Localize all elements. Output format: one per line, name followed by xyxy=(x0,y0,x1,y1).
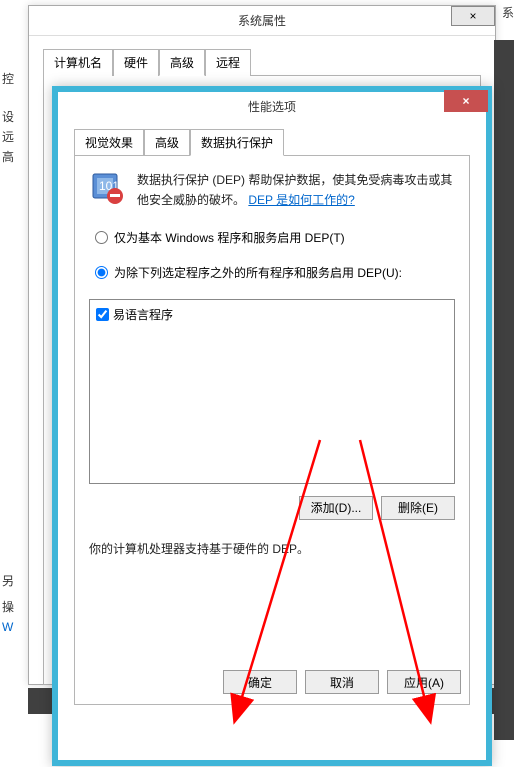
tab-advanced[interactable]: 高级 xyxy=(144,129,190,156)
bg-text: 另 xyxy=(2,572,14,589)
checkbox[interactable] xyxy=(96,308,109,321)
titlebar: 性能选项 × xyxy=(58,92,486,120)
tab-bar: 视觉效果 高级 数据执行保护 xyxy=(74,128,470,155)
bg-text: 操 xyxy=(2,598,14,615)
radio-input[interactable] xyxy=(95,231,108,244)
tab-remote[interactable]: 远程 xyxy=(205,49,251,76)
tab-visual-effects[interactable]: 视觉效果 xyxy=(74,129,144,156)
bg-strip xyxy=(494,40,514,740)
tab-bar: 计算机名 硬件 高级 远程 xyxy=(43,48,495,75)
apply-button[interactable]: 应用(A) xyxy=(387,670,461,694)
tab-advanced[interactable]: 高级 xyxy=(159,49,205,76)
radio-all-except[interactable]: 为除下列选定程序之外的所有程序和服务启用 DEP(U): xyxy=(95,264,455,281)
shield-chip-icon: 1010 xyxy=(89,170,125,206)
dep-description: 数据执行保护 (DEP) 帮助保护数据，使其免受病毒攻击或其他安全威胁的破坏。 … xyxy=(137,170,455,211)
remove-button[interactable]: 删除(E) xyxy=(381,496,455,520)
radio-label: 为除下列选定程序之外的所有程序和服务启用 DEP(U): xyxy=(114,264,402,281)
list-button-row: 添加(D)... 删除(E) xyxy=(89,496,455,520)
bg-text: 远 xyxy=(2,128,14,145)
tab-hardware[interactable]: 硬件 xyxy=(113,49,159,76)
close-icon: × xyxy=(469,9,476,23)
list-item[interactable]: 易语言程序 xyxy=(96,306,448,323)
dialog-button-row: 确定 取消 应用(A) xyxy=(75,670,469,694)
cancel-button[interactable]: 取消 xyxy=(305,670,379,694)
dep-help-link[interactable]: DEP 是如何工作的? xyxy=(248,193,354,207)
tab-content: 1010 数据执行保护 (DEP) 帮助保护数据，使其免受病毒攻击或其他安全威胁… xyxy=(74,155,470,705)
bg-text: 高 xyxy=(2,148,14,165)
close-button[interactable]: × xyxy=(444,90,488,112)
hardware-dep-note: 你的计算机处理器支持基于硬件的 DEP。 xyxy=(89,540,455,557)
radio-essential-only[interactable]: 仅为基本 Windows 程序和服务启用 DEP(T) xyxy=(95,229,455,246)
tab-dep[interactable]: 数据执行保护 xyxy=(190,129,284,156)
exception-listbox[interactable]: 易语言程序 xyxy=(89,299,455,484)
close-icon: × xyxy=(462,94,469,108)
bg-text: 设 xyxy=(2,108,14,125)
radio-input[interactable] xyxy=(95,266,108,279)
add-button[interactable]: 添加(D)... xyxy=(299,496,373,520)
performance-options-window: 性能选项 × 视觉效果 高级 数据执行保护 1010 xyxy=(52,86,492,766)
window-body: 视觉效果 高级 数据执行保护 1010 数据执行保护 (DEP) 帮助保护数据，… xyxy=(58,120,486,721)
ok-button[interactable]: 确定 xyxy=(223,670,297,694)
bg-text: 系 xyxy=(502,4,514,21)
close-button[interactable]: × xyxy=(451,6,495,26)
radio-label: 仅为基本 Windows 程序和服务启用 DEP(T) xyxy=(114,229,345,246)
window-title: 性能选项 xyxy=(248,98,296,115)
titlebar: 系统属性 × xyxy=(29,6,495,36)
list-item-label: 易语言程序 xyxy=(113,306,173,323)
bg-text: 控 xyxy=(2,70,14,87)
tab-computer-name[interactable]: 计算机名 xyxy=(43,49,113,76)
bg-text: W xyxy=(2,620,13,634)
dep-description-row: 1010 数据执行保护 (DEP) 帮助保护数据，使其免受病毒攻击或其他安全威胁… xyxy=(89,170,455,211)
window-title: 系统属性 xyxy=(238,12,286,29)
